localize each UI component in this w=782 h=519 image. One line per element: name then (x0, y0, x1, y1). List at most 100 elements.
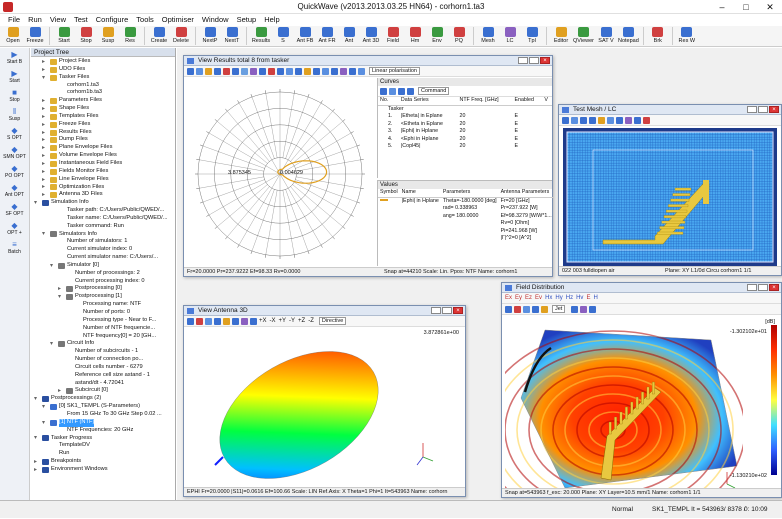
antenna-3d-window[interactable]: View Antenna 3D × +X -X +Y -Y +Z -Z Direc… (183, 305, 466, 497)
toolbar-res-button[interactable]: Res (120, 26, 140, 45)
close-button[interactable]: ✕ (758, 0, 782, 14)
axis-plus-x-button[interactable]: +X (259, 318, 267, 324)
db-icon[interactable] (340, 67, 347, 75)
toolbar-s-button[interactable]: S (273, 26, 293, 45)
chevron-right-icon[interactable]: ▸ (42, 106, 48, 112)
smith-icon[interactable] (295, 67, 302, 75)
tree-item[interactable]: Number of subcircuits - 1 (31, 348, 175, 356)
ev-button[interactable]: Ev (535, 295, 542, 301)
toolbar-freeze-button[interactable]: Freeze (25, 26, 45, 45)
chevron-right-icon[interactable]: ▸ (42, 161, 48, 167)
chevron-right-icon[interactable]: ▸ (42, 114, 48, 120)
directive-select[interactable]: Directive (318, 317, 347, 325)
chevron-right-icon[interactable] (66, 302, 72, 308)
pan-icon[interactable] (616, 116, 623, 124)
tree-item[interactable]: ▸ Project Files (31, 58, 175, 66)
strip-batch-button[interactable]: ≡ Batch (0, 238, 29, 257)
tree-item[interactable]: Current simulator index: 0 (31, 246, 175, 254)
tree-item[interactable]: Current processing index: 0 (31, 278, 175, 286)
toolbar-tpl-button[interactable]: Tpl (522, 26, 542, 45)
toolbar-create-button[interactable]: Create (149, 26, 169, 45)
tree-item[interactable]: Run (31, 450, 175, 458)
ex-button[interactable]: Ex (505, 295, 512, 301)
toolbar-results-button[interactable]: Results (251, 26, 271, 45)
legend-icon[interactable] (277, 67, 284, 75)
chevron-down-icon[interactable]: ▾ (42, 231, 48, 237)
tree-item[interactable]: ▾ Tasker Files (31, 74, 175, 82)
axis-plus-y-button[interactable]: +Y (279, 318, 287, 324)
view-results-titlebar[interactable]: View Results total 8 from tasker × (184, 56, 552, 66)
tree-item[interactable]: ▸ Volume Envelope Files (31, 152, 175, 160)
mesh-view-icon[interactable] (241, 317, 248, 325)
zoom-icon[interactable] (523, 305, 530, 313)
strip-sf-opt-button[interactable]: ◆ SF OPT (0, 200, 29, 219)
toolbar-sat-v-button[interactable]: SAT V (596, 26, 616, 45)
tree-item[interactable]: Tasker path: C:/Users/Public/QWED/... (31, 207, 175, 215)
tree-item[interactable]: ▾ Postprocessings (2) (31, 395, 175, 403)
add-curve-icon[interactable] (380, 87, 387, 95)
chevron-right-icon[interactable] (58, 373, 64, 379)
chevron-right-icon[interactable] (50, 247, 56, 253)
tree-item[interactable]: ▸ Environment Windows (31, 466, 175, 474)
toolbar-res-w-button[interactable]: Res W (677, 26, 697, 45)
tree-item[interactable]: ▸ Parameters Files (31, 97, 175, 105)
tree-item[interactable]: ▸ Plane Envelope Files (31, 144, 175, 152)
chevron-right-icon[interactable] (58, 271, 64, 277)
chevron-right-icon[interactable] (50, 208, 56, 214)
tree-item[interactable]: ▸ UDO Files (31, 66, 175, 74)
animate-icon[interactable] (580, 305, 588, 313)
toolbar-nextp-button[interactable]: NextP (200, 26, 220, 45)
chevron-right-icon[interactable] (50, 224, 56, 230)
up-curve-icon[interactable] (398, 87, 405, 95)
tree-item[interactable]: ▸ Templates Files (31, 113, 175, 121)
chart-icon[interactable] (313, 67, 320, 75)
tree-item[interactable]: ▾ [1] NTF (NTF) (31, 418, 175, 427)
copy-icon[interactable] (214, 67, 221, 75)
compare-icon[interactable] (322, 67, 329, 75)
strip-ant-opt-button[interactable]: ◆ Ant OPT (0, 181, 29, 200)
command-button[interactable]: Command (418, 87, 450, 95)
axis-minus-z-button[interactable]: -Z (308, 318, 314, 324)
minimize-button[interactable] (431, 307, 441, 314)
chevron-right-icon[interactable] (66, 310, 72, 316)
toolbar-ant-button[interactable]: Ant (339, 26, 359, 45)
maximize-button[interactable] (529, 57, 539, 64)
chevron-right-icon[interactable]: ▸ (58, 286, 64, 292)
toolbar-susp-button[interactable]: Susp (98, 26, 118, 45)
tree-item[interactable]: Circuit cells number - 6279 (31, 364, 175, 372)
toolbar-editor-button[interactable]: Editor (551, 26, 571, 45)
chevron-right-icon[interactable] (58, 357, 64, 363)
h-button[interactable]: H (593, 295, 597, 301)
pan-icon[interactable] (241, 67, 248, 75)
toolbar-brk-button[interactable]: Brk (648, 26, 668, 45)
eplane-icon[interactable] (358, 67, 365, 75)
tree-item[interactable]: Number of NTF frequencie... (31, 325, 175, 333)
toolbar-env-button[interactable]: Env (427, 26, 447, 45)
values-row[interactable]: |Ephi| in Hplane Theta=-180.0000 [deg] Fr=… (378, 197, 554, 205)
chevron-right-icon[interactable] (42, 451, 48, 457)
tree-item[interactable]: ▸ Optimization Files (31, 184, 175, 192)
chevron-right-icon[interactable] (50, 412, 56, 418)
strip-susp-button[interactable]: ‖ Susp (0, 105, 29, 124)
hv-button[interactable]: Hv (576, 295, 583, 301)
chevron-right-icon[interactable] (58, 349, 64, 355)
maximize-button[interactable] (758, 106, 768, 113)
menu-optimiser[interactable]: Optimiser (158, 14, 198, 26)
curve-row[interactable]: 5. |Copl45| 20 E (378, 143, 552, 151)
toolbar-hm-button[interactable]: Hm (405, 26, 425, 45)
chevron-down-icon[interactable]: ▾ (42, 420, 48, 426)
snapshot-icon[interactable] (589, 305, 597, 313)
toolbar-lc-button[interactable]: LC (500, 26, 520, 45)
fit-icon[interactable] (634, 116, 641, 124)
axis-minus-x-button[interactable]: -X (270, 318, 276, 324)
axis-icon[interactable] (250, 317, 257, 325)
tree-item[interactable]: ▸ Shape Files (31, 105, 175, 113)
menu-setup[interactable]: Setup (233, 14, 261, 26)
tree-item[interactable]: From 15 GHz To 30 GHz Step 0.02 ... (31, 411, 175, 419)
menu-view[interactable]: View (46, 14, 70, 26)
light-icon[interactable] (541, 305, 548, 313)
hz-button[interactable]: Hz (566, 295, 573, 301)
menu-configure[interactable]: Configure (92, 14, 133, 26)
tree-item[interactable]: ▸ Postprocessing [0] (31, 285, 175, 293)
light-icon[interactable] (223, 317, 230, 325)
